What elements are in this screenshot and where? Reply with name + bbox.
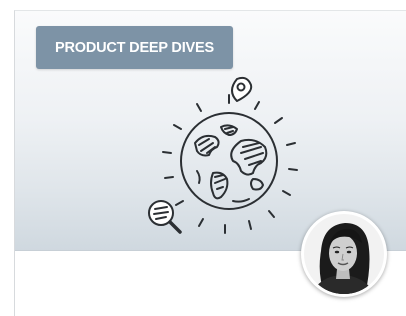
author-avatar[interactable] <box>301 211 387 297</box>
avatar-photo <box>304 214 384 294</box>
map-pin-icon <box>231 76 253 102</box>
course-card[interactable]: PRODUCT DEEP DIVES <box>14 10 406 316</box>
continents <box>194 124 268 203</box>
globe-illustration <box>148 76 298 234</box>
